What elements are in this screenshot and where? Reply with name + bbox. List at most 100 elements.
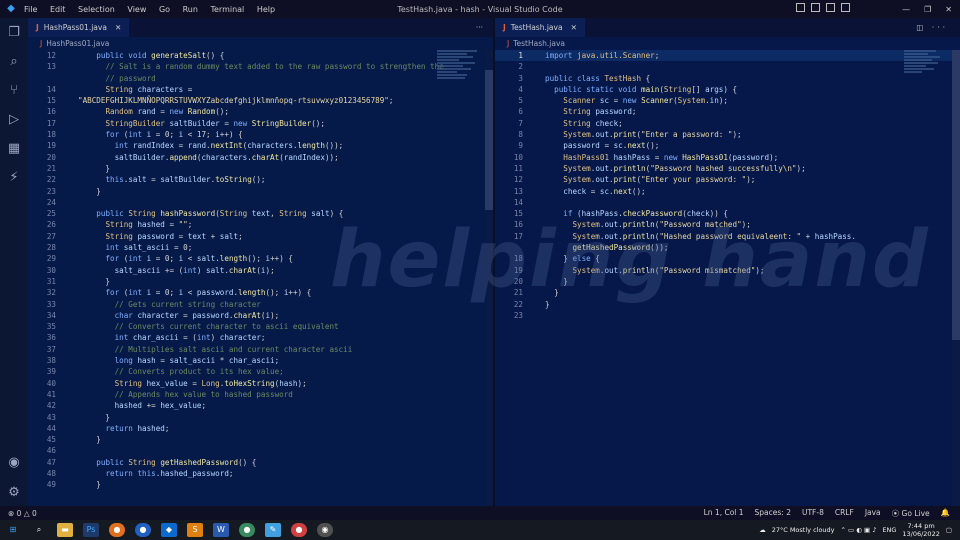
- code-editor[interactable]: 1 import java.util.Scanner; 2 3 public class…: [495, 50, 960, 321]
- go-live-button[interactable]: ⦿ Go Live: [892, 508, 930, 519]
- code-line[interactable]: 49 }: [28, 479, 493, 490]
- code-line[interactable]: 8 System.out.print("Enter a password: ")…: [495, 129, 960, 140]
- tab-testhash[interactable]: J TestHash.java ✕: [495, 18, 585, 37]
- close-window-icon[interactable]: ✕: [945, 5, 952, 14]
- notification-center-icon[interactable]: ▢: [946, 526, 952, 534]
- vertical-scrollbar[interactable]: [485, 50, 493, 506]
- app-icon[interactable]: ●: [239, 523, 255, 537]
- tab-hashpass01[interactable]: J HashPass01.java ✕: [28, 18, 130, 37]
- code-line[interactable]: 17 System.out.println("Hashed password e…: [495, 231, 960, 242]
- code-line[interactable]: 17 StringBuilder saltBuilder = new Strin…: [28, 118, 493, 129]
- firefox-icon[interactable]: ●: [109, 523, 125, 537]
- code-line[interactable]: 1 import java.util.Scanner;: [495, 50, 960, 62]
- code-line[interactable]: 43 }: [28, 412, 493, 423]
- code-line[interactable]: 26 String hashed = "";: [28, 219, 493, 230]
- close-tab-icon[interactable]: ✕: [115, 23, 121, 32]
- remote-explorer-icon[interactable]: ⚡: [5, 169, 23, 187]
- menu-help[interactable]: Help: [257, 5, 275, 14]
- code-line[interactable]: 32 for (int i = 0; i < password.length()…: [28, 287, 493, 298]
- thunderbird-icon[interactable]: ●: [135, 523, 151, 537]
- code-line[interactable]: 36 int char_ascii = (int) character;: [28, 332, 493, 343]
- menu-edit[interactable]: Edit: [50, 5, 66, 14]
- code-line[interactable]: 39 // Converts product to its hex value;: [28, 366, 493, 377]
- code-line[interactable]: 10 HashPass01 hashPass = new HashPass01(…: [495, 152, 960, 163]
- vertical-scrollbar[interactable]: [952, 50, 960, 506]
- code-line[interactable]: 48 return this.hashed_password;: [28, 468, 493, 479]
- code-line[interactable]: 22 this.salt = saltBuilder.toString();: [28, 174, 493, 185]
- toggle-secondary-sidebar-icon[interactable]: [826, 3, 835, 12]
- menu-view[interactable]: View: [127, 5, 146, 14]
- weather-text[interactable]: 27°C Mostly cloudy: [772, 526, 835, 534]
- cursor-position[interactable]: Ln 1, Col 1: [704, 508, 744, 519]
- file-explorer-icon[interactable]: ▬: [57, 523, 73, 537]
- code-line[interactable]: 3 public class TestHash {: [495, 73, 960, 84]
- explorer-icon[interactable]: ❐: [5, 24, 23, 42]
- manage-gear-icon[interactable]: ⚙: [5, 484, 23, 502]
- code-line[interactable]: 40 String hex_value = Long.toHexString(h…: [28, 378, 493, 389]
- notifications-bell-icon[interactable]: 🔔: [941, 508, 950, 519]
- vscode-taskbar-icon[interactable]: ◆: [161, 523, 177, 537]
- code-line[interactable]: 45 }: [28, 434, 493, 445]
- code-line[interactable]: 18 } else {: [495, 253, 960, 264]
- search-icon[interactable]: ⌕: [5, 53, 23, 71]
- windows-start-icon[interactable]: ⊞: [5, 523, 21, 537]
- breadcrumb-file[interactable]: HashPass01.java: [46, 39, 109, 48]
- tray-icons[interactable]: ⌃ ▭ ◐ ▣ ♪: [841, 526, 877, 534]
- minimap[interactable]: [437, 50, 479, 110]
- code-line[interactable]: 6 String password;: [495, 106, 960, 117]
- toggle-sidebar-icon[interactable]: [796, 3, 805, 12]
- customize-layout-icon[interactable]: [841, 3, 850, 12]
- accounts-icon[interactable]: ◉: [5, 454, 23, 472]
- input-language[interactable]: ENG: [882, 526, 896, 534]
- code-line[interactable]: 15 "ABCDEFGHIJKLMNÑOPQRRSTUVWXYZabcdefghi…: [28, 95, 493, 106]
- minimize-icon[interactable]: —: [902, 5, 910, 14]
- problems-indicator[interactable]: ⊗ 0 △ 0: [8, 509, 37, 518]
- code-line[interactable]: 33 // Gets current string character: [28, 299, 493, 310]
- breadcrumb-file[interactable]: TestHash.java: [513, 39, 565, 48]
- code-line[interactable]: 16 System.out.println("Password matched"…: [495, 219, 960, 230]
- code-line[interactable]: 18 for (int i = 0; i < 17; i++) {: [28, 129, 493, 140]
- code-line[interactable]: 34 char character = password.charAt(i);: [28, 310, 493, 321]
- code-line[interactable]: 29 for (int i = 0; i < salt.length(); i+…: [28, 253, 493, 264]
- code-line[interactable]: 37 // Multiplies salt ascii and current …: [28, 344, 493, 355]
- code-line[interactable]: 12 System.out.print("Enter your password…: [495, 174, 960, 185]
- code-line[interactable]: 47 public String getHashedPassword() {: [28, 457, 493, 468]
- code-line[interactable]: 12 public void generateSalt() {: [28, 50, 493, 61]
- code-editor[interactable]: 12 public void generateSalt() {13 // Sal…: [28, 50, 493, 491]
- code-line[interactable]: 35 // Converts current character to asci…: [28, 321, 493, 332]
- code-line[interactable]: 2: [495, 61, 960, 72]
- source-control-icon[interactable]: ⑂: [5, 82, 23, 100]
- code-line[interactable]: 38 long hash = salt_ascii * char_ascii;: [28, 355, 493, 366]
- language-mode[interactable]: Java: [865, 508, 881, 519]
- code-line[interactable]: 5 Scanner sc = new Scanner(System.in);: [495, 95, 960, 106]
- sublime-icon[interactable]: S: [187, 523, 203, 537]
- code-line[interactable]: 11 System.out.println("Password hashed s…: [495, 163, 960, 174]
- code-line[interactable]: 19 int randIndex = rand.nextInt(characte…: [28, 140, 493, 151]
- menu-go[interactable]: Go: [159, 5, 170, 14]
- code-line[interactable]: 14 String characters =: [28, 84, 493, 95]
- search-icon[interactable]: ⌕: [31, 523, 47, 537]
- close-tab-icon[interactable]: ✕: [571, 23, 577, 32]
- code-line[interactable]: 13 check = sc.next();: [495, 186, 960, 197]
- code-line[interactable]: 41 // Appends hex value to hashed passwo…: [28, 389, 493, 400]
- menu-file[interactable]: File: [24, 5, 37, 14]
- toggle-panel-icon[interactable]: [811, 3, 820, 12]
- code-line[interactable]: 9 password = sc.next();: [495, 140, 960, 151]
- notes-icon[interactable]: ✎: [265, 523, 281, 537]
- code-line[interactable]: 23 }: [28, 186, 493, 197]
- line-ending[interactable]: CRLF: [835, 508, 854, 519]
- code-line[interactable]: 16 Random rand = new Random();: [28, 106, 493, 117]
- extensions-icon[interactable]: ▦: [5, 140, 23, 158]
- code-line[interactable]: 25 public String hashPassword(String tex…: [28, 208, 493, 219]
- run-debug-icon[interactable]: ▷: [5, 111, 23, 129]
- menu-selection[interactable]: Selection: [78, 5, 115, 14]
- maximize-icon[interactable]: ❐: [924, 5, 931, 14]
- code-line[interactable]: // password: [28, 73, 493, 84]
- browser-icon[interactable]: ●: [291, 523, 307, 537]
- code-line[interactable]: 15 if (hashPass.checkPassword(check)) {: [495, 208, 960, 219]
- code-line[interactable]: 13 // Salt is a random dummy text added …: [28, 61, 493, 72]
- code-line[interactable]: 30 salt_ascii += (int) salt.charAt(i);: [28, 265, 493, 276]
- indentation[interactable]: Spaces: 2: [755, 508, 791, 519]
- code-line[interactable]: 42 hashed += hex_value;: [28, 400, 493, 411]
- clock[interactable]: 7:44 pm 13/06/2022: [902, 522, 939, 538]
